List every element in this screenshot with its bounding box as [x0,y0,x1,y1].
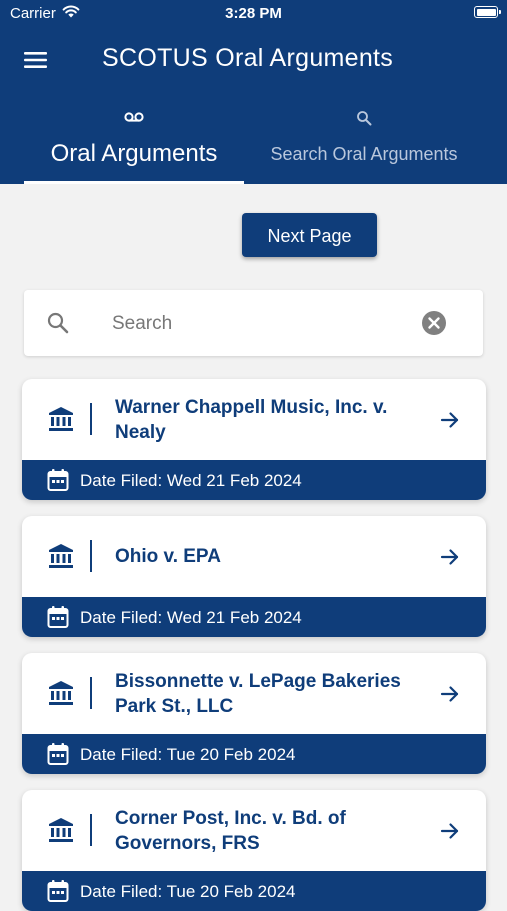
status-bar: Carrier 3:28 PM [0,0,507,28]
arrow-right-icon[interactable] [440,547,460,567]
courthouse-icon [49,818,73,842]
case-card[interactable]: Ohio v. EPA Date Filed: Wed 21 Feb 2024 [22,516,486,637]
clock: 3:28 PM [225,5,282,22]
case-card[interactable]: Bissonnette v. LePage Bakeries Park St.,… [22,653,486,774]
arrow-right-icon[interactable] [440,684,460,704]
calendar-icon [47,469,69,491]
search-icon [357,111,372,126]
courthouse-icon [49,407,73,431]
calendar-icon [47,606,69,628]
case-name: Ohio v. EPA [115,546,221,567]
active-tab-indicator [24,181,244,184]
calendar-icon [47,880,69,902]
divider [90,540,92,572]
date-filed: Date Filed: Wed 21 Feb 2024 [80,608,302,627]
tab-search-oral-arguments[interactable]: Search Oral Arguments [254,104,474,184]
case-name: Warner Chappell Music, Inc. v. Nealy [115,397,388,443]
app-header: Carrier 3:28 PM SCOTUS Oral Arguments Or… [0,0,507,184]
courthouse-icon [49,681,73,705]
case-card[interactable]: Corner Post, Inc. v. Bd. of Governors, F… [22,790,486,911]
tab-label: Oral Arguments [50,140,218,167]
search-bar [24,290,483,356]
date-filed: Date Filed: Wed 21 Feb 2024 [80,471,302,490]
divider [90,677,92,709]
case-name: Bissonnette v. LePage Bakeries Park St.,… [115,671,401,717]
search-input[interactable] [110,308,404,340]
hamburger-menu-icon[interactable] [24,50,48,70]
divider [90,403,92,435]
tab-label: Search Oral Arguments [270,144,458,164]
search-icon [47,312,69,334]
case-card[interactable]: Warner Chappell Music, Inc. v. Nealy Dat… [22,379,486,500]
calendar-icon [47,743,69,765]
courthouse-icon [49,544,73,568]
date-filed: Date Filed: Tue 20 Feb 2024 [80,745,296,764]
arrow-right-icon[interactable] [440,410,460,430]
clear-search-icon[interactable] [422,311,446,335]
arrow-right-icon[interactable] [440,821,460,841]
voicemail-icon [124,112,144,122]
battery-icon [474,6,501,18]
app-title: SCOTUS Oral Arguments [102,44,394,72]
next-page-button[interactable]: Next Page [242,213,377,257]
case-name: Corner Post, Inc. v. Bd. of Governors, F… [115,808,346,854]
divider [90,814,92,846]
date-filed: Date Filed: Tue 20 Feb 2024 [80,882,296,901]
tab-oral-arguments[interactable]: Oral Arguments [24,104,244,184]
